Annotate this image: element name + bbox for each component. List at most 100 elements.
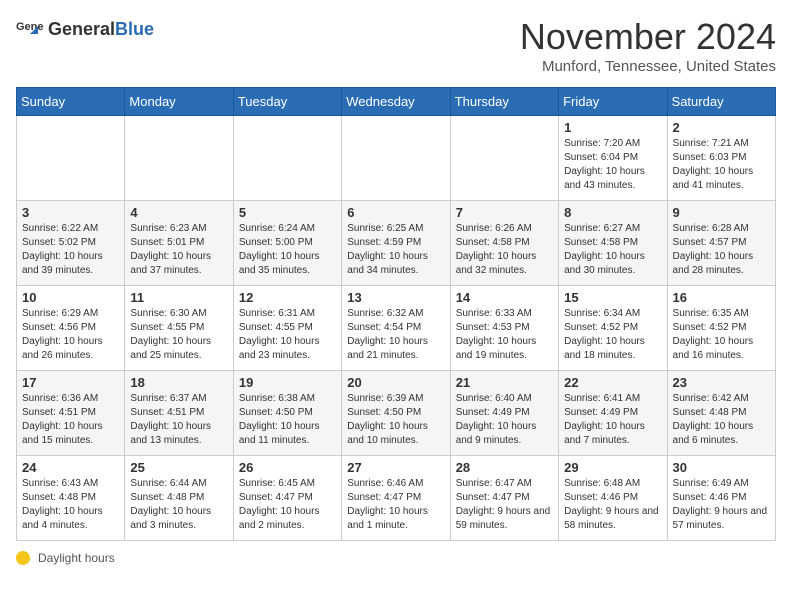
calendar-cell: 30Sunrise: 6:49 AM Sunset: 4:46 PM Dayli… (667, 456, 775, 541)
calendar-cell: 17 Sunrise: 6:36 AM Sunset: 4:51 PM Dayli… (17, 371, 125, 456)
calendar-cell: 14 Sunrise: 6:33 AM Sunset: 4:53 PM Dayli… (450, 286, 558, 371)
day-number: 6 (347, 205, 444, 220)
calendar-cell: 26 Sunrise: 6:45 AM Sunset: 4:47 PM Dayli… (233, 456, 341, 541)
day-info: Sunrise: 6:23 AM Sunset: 5:01 PM Dayligh… (130, 222, 227, 278)
day-info: Sunrise: 6:25 AM Sunset: 4:59 PM Dayligh… (347, 222, 444, 278)
day-info: Sunrise: 6:38 AM Sunset: 4:50 PM Dayligh… (239, 392, 336, 448)
calendar-cell: 24 Sunrise: 6:43 AM Sunset: 4:48 PM Dayli… (17, 456, 125, 541)
svg-text:General: General (16, 21, 44, 33)
calendar: SundayMondayTuesdayWednesdayThursdayFrid… (16, 87, 776, 541)
calendar-cell (450, 116, 558, 201)
daylight-label: Daylight hours (38, 551, 115, 565)
day-info: Sunrise: 6:36 AM Sunset: 4:51 PM Dayligh… (22, 392, 119, 448)
day-number: 7 (456, 205, 553, 220)
calendar-week-row: 3 Sunrise: 6:22 AM Sunset: 5:02 PM Daylig… (17, 201, 776, 286)
weekday-header: Saturday (667, 88, 775, 116)
title-area: November 2024 Munford, Tennessee, United… (520, 16, 776, 75)
day-info: Sunrise: 6:22 AM Sunset: 5:02 PM Dayligh… (22, 222, 119, 278)
day-number: 14 (456, 290, 553, 305)
day-info: Sunrise: 6:40 AM Sunset: 4:49 PM Dayligh… (456, 392, 553, 448)
day-info: Sunrise: 6:33 AM Sunset: 4:53 PM Dayligh… (456, 307, 553, 363)
day-info: Sunrise: 6:42 AM Sunset: 4:48 PM Dayligh… (673, 392, 770, 448)
day-number: 25 (130, 460, 227, 475)
calendar-cell: 20 Sunrise: 6:39 AM Sunset: 4:50 PM Dayli… (342, 371, 450, 456)
day-info: Sunrise: 6:28 AM Sunset: 4:57 PM Dayligh… (673, 222, 770, 278)
day-number: 18 (130, 375, 227, 390)
day-info: Sunrise: 6:39 AM Sunset: 4:50 PM Dayligh… (347, 392, 444, 448)
day-number: 16 (673, 290, 770, 305)
day-number: 26 (239, 460, 336, 475)
calendar-cell (17, 116, 125, 201)
calendar-cell: 2Sunrise: 7:21 AM Sunset: 6:03 PM Daylig… (667, 116, 775, 201)
calendar-cell: 10 Sunrise: 6:29 AM Sunset: 4:56 PM Dayli… (17, 286, 125, 371)
calendar-cell: 18 Sunrise: 6:37 AM Sunset: 4:51 PM Dayli… (125, 371, 233, 456)
day-number: 19 (239, 375, 336, 390)
day-number: 29 (564, 460, 661, 475)
calendar-week-row: 17 Sunrise: 6:36 AM Sunset: 4:51 PM Dayli… (17, 371, 776, 456)
day-info: Sunrise: 6:35 AM Sunset: 4:52 PM Dayligh… (673, 307, 770, 363)
location: Munford, Tennessee, United States (520, 58, 776, 75)
calendar-week-row: 24 Sunrise: 6:43 AM Sunset: 4:48 PM Dayli… (17, 456, 776, 541)
calendar-cell: 21Sunrise: 6:40 AM Sunset: 4:49 PM Dayli… (450, 371, 558, 456)
calendar-cell: 16 Sunrise: 6:35 AM Sunset: 4:52 PM Dayli… (667, 286, 775, 371)
day-info: Sunrise: 6:31 AM Sunset: 4:55 PM Dayligh… (239, 307, 336, 363)
calendar-cell: 27 Sunrise: 6:46 AM Sunset: 4:47 PM Dayli… (342, 456, 450, 541)
day-info: Sunrise: 6:24 AM Sunset: 5:00 PM Dayligh… (239, 222, 336, 278)
day-number: 20 (347, 375, 444, 390)
day-info: Sunrise: 6:46 AM Sunset: 4:47 PM Dayligh… (347, 477, 444, 533)
calendar-cell: 29 Sunrise: 6:48 AM Sunset: 4:46 PM Dayli… (559, 456, 667, 541)
calendar-header-row: SundayMondayTuesdayWednesdayThursdayFrid… (17, 88, 776, 116)
day-info: Sunrise: 6:26 AM Sunset: 4:58 PM Dayligh… (456, 222, 553, 278)
calendar-cell (342, 116, 450, 201)
day-info: Sunrise: 6:30 AM Sunset: 4:55 PM Dayligh… (130, 307, 227, 363)
day-info: Sunrise: 6:29 AM Sunset: 4:56 PM Dayligh… (22, 307, 119, 363)
day-info: Sunrise: 6:43 AM Sunset: 4:48 PM Dayligh… (22, 477, 119, 533)
day-info: Sunrise: 6:37 AM Sunset: 4:51 PM Dayligh… (130, 392, 227, 448)
calendar-cell: 25Sunrise: 6:44 AM Sunset: 4:48 PM Dayli… (125, 456, 233, 541)
calendar-cell: 15Sunrise: 6:34 AM Sunset: 4:52 PM Dayli… (559, 286, 667, 371)
day-number: 24 (22, 460, 119, 475)
day-number: 23 (673, 375, 770, 390)
day-number: 1 (564, 120, 661, 135)
logo-icon: General (16, 16, 44, 44)
weekday-header: Thursday (450, 88, 558, 116)
weekday-header: Tuesday (233, 88, 341, 116)
day-info: Sunrise: 7:21 AM Sunset: 6:03 PM Dayligh… (673, 137, 770, 193)
calendar-week-row: 10 Sunrise: 6:29 AM Sunset: 4:56 PM Dayli… (17, 286, 776, 371)
weekday-header: Monday (125, 88, 233, 116)
calendar-cell: 6 Sunrise: 6:25 AM Sunset: 4:59 PM Daylig… (342, 201, 450, 286)
calendar-cell: 28Sunrise: 6:47 AM Sunset: 4:47 PM Dayli… (450, 456, 558, 541)
day-info: Sunrise: 6:45 AM Sunset: 4:47 PM Dayligh… (239, 477, 336, 533)
day-info: Sunrise: 6:48 AM Sunset: 4:46 PM Dayligh… (564, 477, 661, 533)
calendar-cell: 19 Sunrise: 6:38 AM Sunset: 4:50 PM Dayli… (233, 371, 341, 456)
logo: General GeneralBlue (16, 16, 154, 44)
day-number: 4 (130, 205, 227, 220)
weekday-header: Friday (559, 88, 667, 116)
weekday-header: Wednesday (342, 88, 450, 116)
header: General GeneralBlue November 2024 Munfor… (16, 16, 776, 75)
calendar-cell (125, 116, 233, 201)
day-info: Sunrise: 6:27 AM Sunset: 4:58 PM Dayligh… (564, 222, 661, 278)
day-number: 3 (22, 205, 119, 220)
logo-general: General (48, 19, 115, 39)
day-number: 11 (130, 290, 227, 305)
day-info: Sunrise: 6:47 AM Sunset: 4:47 PM Dayligh… (456, 477, 553, 533)
weekday-header: Sunday (17, 88, 125, 116)
day-number: 17 (22, 375, 119, 390)
calendar-cell: 5 Sunrise: 6:24 AM Sunset: 5:00 PM Daylig… (233, 201, 341, 286)
day-number: 5 (239, 205, 336, 220)
day-info: Sunrise: 6:49 AM Sunset: 4:46 PM Dayligh… (673, 477, 770, 533)
legend-area: Daylight hours (16, 551, 776, 565)
month-title: November 2024 (520, 16, 776, 58)
calendar-cell: 13Sunrise: 6:32 AM Sunset: 4:54 PM Dayli… (342, 286, 450, 371)
day-number: 27 (347, 460, 444, 475)
calendar-cell: 7 Sunrise: 6:26 AM Sunset: 4:58 PM Daylig… (450, 201, 558, 286)
calendar-week-row: 1 Sunrise: 7:20 AM Sunset: 6:04 PM Daylig… (17, 116, 776, 201)
calendar-cell: 1 Sunrise: 7:20 AM Sunset: 6:04 PM Daylig… (559, 116, 667, 201)
calendar-cell: 3 Sunrise: 6:22 AM Sunset: 5:02 PM Daylig… (17, 201, 125, 286)
calendar-cell: 12Sunrise: 6:31 AM Sunset: 4:55 PM Dayli… (233, 286, 341, 371)
calendar-cell: 8Sunrise: 6:27 AM Sunset: 4:58 PM Daylig… (559, 201, 667, 286)
calendar-cell: 4 Sunrise: 6:23 AM Sunset: 5:01 PM Daylig… (125, 201, 233, 286)
day-number: 10 (22, 290, 119, 305)
day-info: Sunrise: 7:20 AM Sunset: 6:04 PM Dayligh… (564, 137, 661, 193)
